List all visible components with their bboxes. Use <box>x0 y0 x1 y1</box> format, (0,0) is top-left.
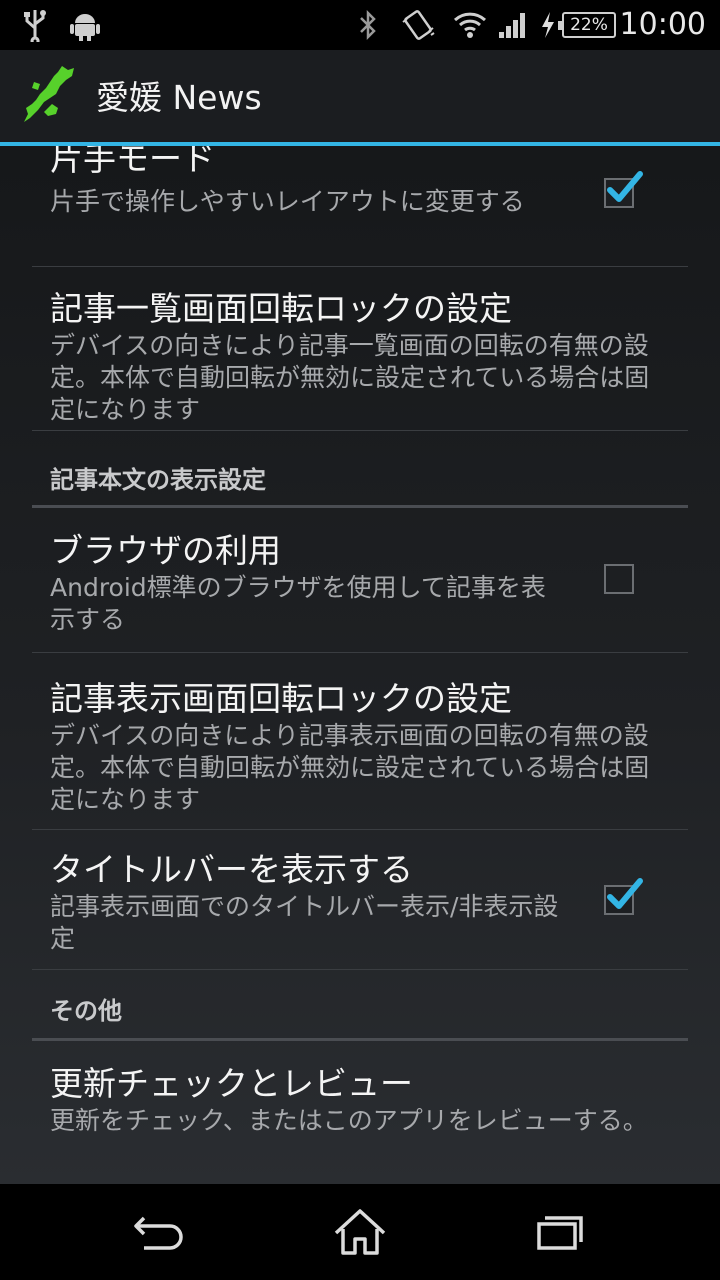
category-article-display: 記事本文の表示設定 <box>32 430 688 508</box>
ehime-map-logo-icon[interactable] <box>22 64 78 128</box>
pref-title: 更新チェックとレビュー <box>50 1064 413 1103</box>
pref-summary: デバイスの向きにより記事一覧画面の回転の有無の設定。本体で自動回転が無効に設定さ… <box>50 331 650 424</box>
action-bar: 愛媛 News <box>0 50 720 142</box>
bluetooth-icon <box>354 0 382 50</box>
pref-title: 片手モード <box>50 146 215 178</box>
pref-title: タイトルバーを表示する <box>50 850 413 889</box>
category-label: 記事本文の表示設定 <box>50 466 266 494</box>
battery-icon: 22% <box>558 0 618 50</box>
use-browser-checkbox[interactable] <box>604 564 634 594</box>
back-button[interactable] <box>80 1184 240 1280</box>
one-hand-checkbox[interactable] <box>604 171 643 208</box>
pref-title: 記事表示画面回転ロックの設定 <box>50 679 512 718</box>
home-icon <box>334 1209 386 1255</box>
pref-summary: 更新をチェック、またはこのアプリをレビューする。 <box>50 1106 648 1135</box>
show-title-bar-checkbox[interactable] <box>604 878 643 915</box>
app-title: 愛媛 News <box>96 78 262 117</box>
pref-update-review[interactable]: 更新チェックとレビュー 更新をチェック、またはこのアプリをレビューする。 <box>32 1041 688 1184</box>
pref-one-hand-mode[interactable]: 片手モード 片手で操作しやすいレイアウトに変更する <box>32 146 688 267</box>
pref-list-rotation-lock[interactable]: 記事一覧画面回転ロックの設定 デバイスの向きにより記事一覧画面の回転の有無の設定… <box>32 266 688 431</box>
wifi-icon <box>450 0 490 50</box>
battery-percent: 22% <box>570 15 608 35</box>
charging-icon <box>538 0 558 50</box>
pref-show-title-bar[interactable]: タイトルバーを表示する 記事表示画面でのタイトルバー表示/非表示設定 <box>32 829 688 970</box>
pref-title: ブラウザの利用 <box>50 531 281 570</box>
category-other: その他 <box>32 969 688 1041</box>
usb-icon <box>20 0 50 50</box>
recents-button[interactable] <box>480 1184 640 1280</box>
pref-summary: デバイスの向きにより記事表示画面の回転の有無の設定。本体で自動回転が無効に設定さ… <box>50 721 650 814</box>
status-time: 10:00 <box>619 7 706 42</box>
category-label: その他 <box>50 997 122 1025</box>
recents-icon <box>537 1216 583 1250</box>
navigation-bar <box>0 1184 720 1280</box>
pref-summary: 記事表示画面でのタイトルバー表示/非表示設定 <box>50 892 559 953</box>
settings-list[interactable]: 片手モード 片手で操作しやすいレイアウトに変更する 記事一覧画面回転ロックの設定… <box>0 146 720 1184</box>
pref-use-browser[interactable]: ブラウザの利用 Android標準のブラウザを使用して記事を表示する <box>32 508 688 653</box>
pref-summary: 片手で操作しやすいレイアウトに変更する <box>50 187 525 216</box>
pref-summary: Android標準のブラウザを使用して記事を表示する <box>50 573 546 634</box>
pref-title: 記事一覧画面回転ロックの設定 <box>50 289 512 328</box>
vibrate-icon <box>398 0 438 50</box>
status-bar: 22% 10:00 <box>0 0 720 50</box>
back-icon <box>134 1216 183 1250</box>
home-button[interactable] <box>280 1184 440 1280</box>
signal-icon <box>496 0 530 50</box>
android-debug-icon <box>66 0 104 50</box>
pref-article-rotation-lock[interactable]: 記事表示画面回転ロックの設定 デバイスの向きにより記事表示画面の回転の有無の設定… <box>32 652 688 830</box>
